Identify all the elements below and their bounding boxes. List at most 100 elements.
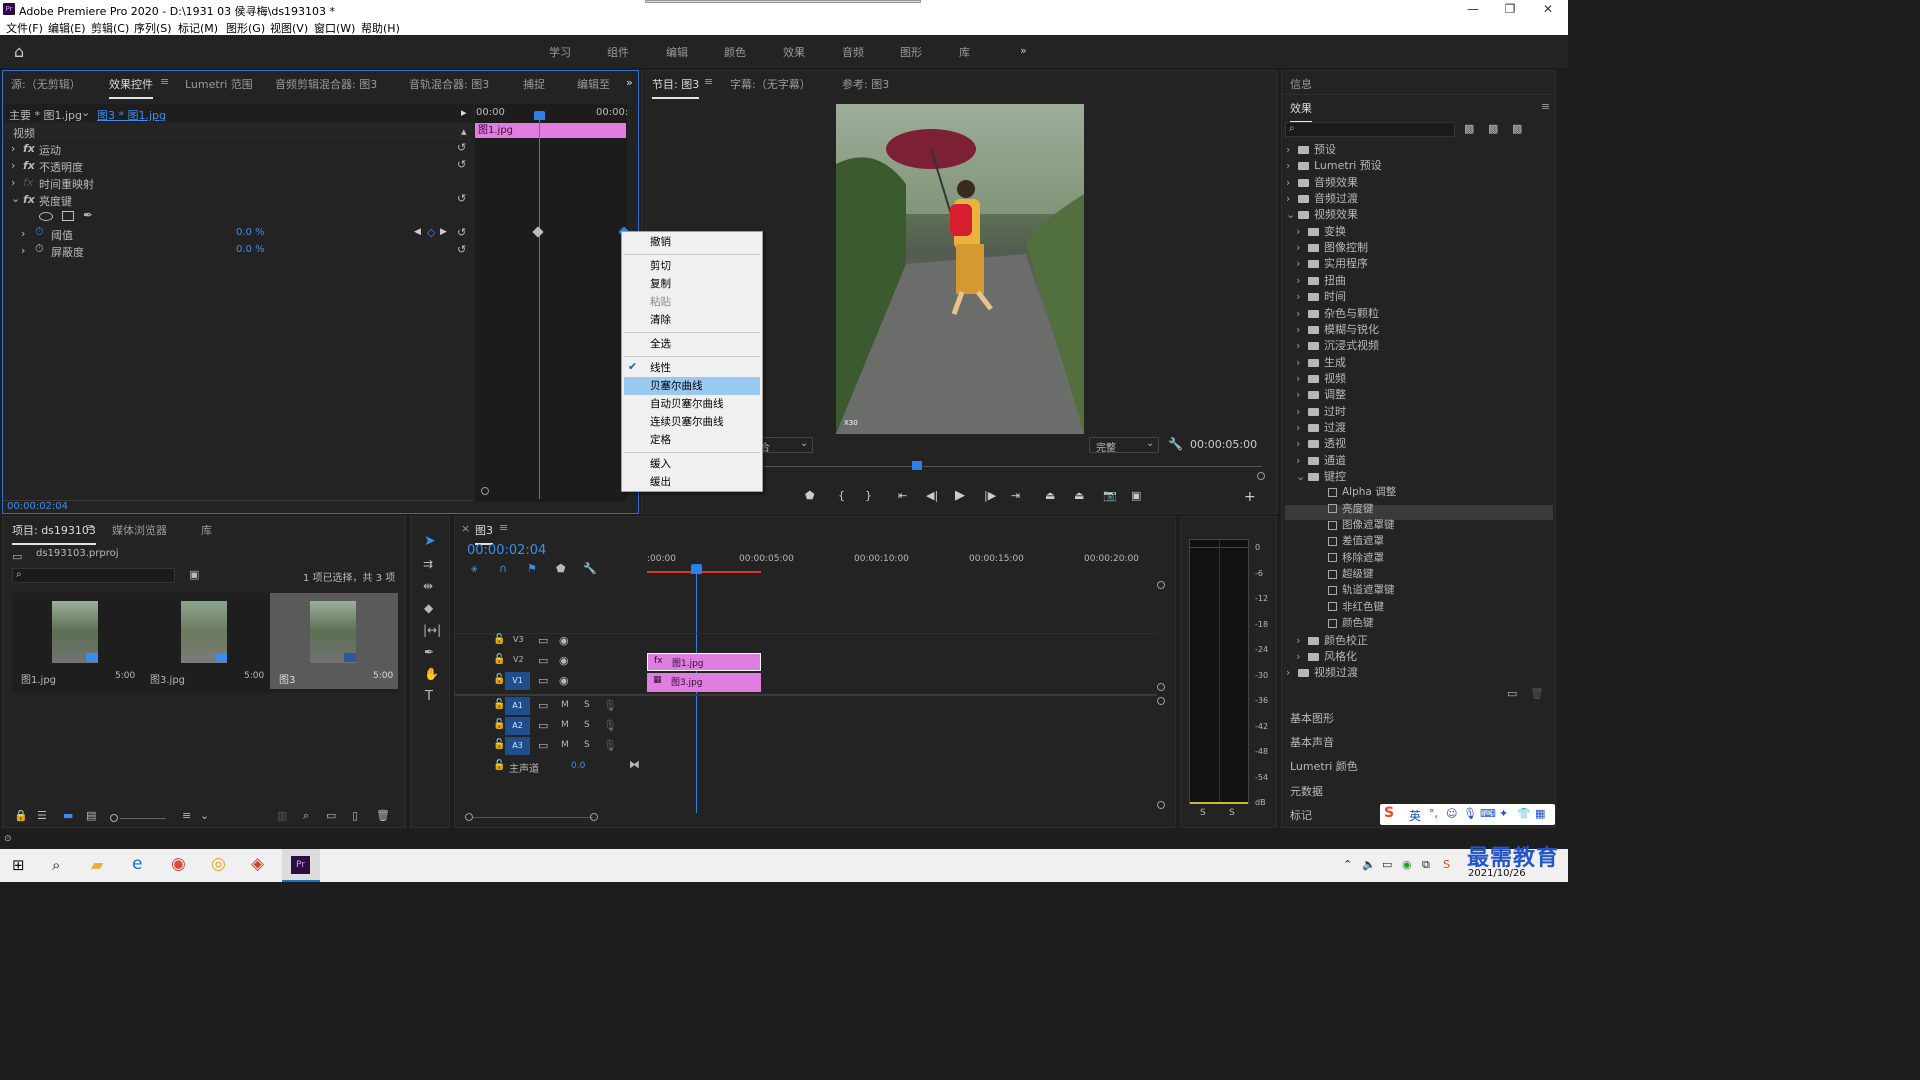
expand-chevron-icon[interactable]: › — [11, 176, 15, 189]
next-keyframe-icon[interactable]: ▶ — [440, 227, 447, 237]
effects-folder[interactable]: › 扭曲 — [1296, 272, 1346, 288]
fx-icon[interactable]: fx — [23, 193, 35, 206]
chevron-right-icon[interactable]: › — [1296, 225, 1308, 238]
marker-icon[interactable]: ⬟ — [805, 489, 815, 502]
mute-button[interactable]: M — [561, 720, 569, 730]
solo-button[interactable]: S — [584, 720, 590, 730]
effects-folder[interactable]: › 调整 — [1296, 386, 1346, 402]
program-playhead[interactable] — [912, 461, 922, 470]
fx-icon[interactable]: fx — [23, 142, 35, 155]
zoom-slider-handle[interactable] — [110, 814, 118, 822]
menu-item-undo[interactable]: 撤销 — [624, 233, 760, 251]
chevron-right-icon[interactable]: › — [1286, 176, 1298, 189]
tab-capture[interactable]: 捕捉 — [523, 76, 545, 92]
play-icon[interactable]: ▶ — [955, 488, 965, 503]
master-volume-value[interactable]: 0.0 — [571, 761, 585, 771]
effect-luma-key[interactable]: ⌄ fx 亮度键 ↺ — [3, 191, 473, 208]
panel-essential-sound[interactable]: 基本声音 — [1290, 734, 1334, 750]
chevron-right-icon[interactable]: › — [1296, 257, 1308, 270]
chevron-right-icon[interactable]: › — [1296, 437, 1308, 450]
reset-icon[interactable]: ↺ — [457, 226, 466, 239]
zoom-handle[interactable] — [1257, 472, 1265, 480]
mic-icon[interactable]: 🎙 — [603, 719, 617, 732]
list-view-icon[interactable]: ☰ — [37, 809, 47, 822]
razor-tool-icon[interactable]: ◆ — [424, 601, 433, 615]
edge-icon[interactable]: e — [132, 854, 142, 874]
effects-folder[interactable]: › 时间 — [1296, 288, 1346, 304]
effects-folder[interactable]: › 生成 — [1296, 354, 1346, 370]
effect-preset[interactable]: 轨道遮罩键 — [1306, 582, 1395, 598]
panel-metadata[interactable]: 元数据 — [1290, 783, 1323, 799]
keyboard-icon[interactable]: ⌨ — [1480, 807, 1496, 820]
chevron-right-icon[interactable]: › — [1296, 339, 1308, 352]
pen-tool-icon[interactable]: ✒ — [424, 645, 434, 659]
trash-icon[interactable]: 🗑 — [376, 809, 390, 822]
effect-preset[interactable]: 差值遮罩 — [1306, 533, 1384, 549]
go-to-out-icon[interactable]: ⇥ — [1011, 489, 1020, 502]
voice-icon[interactable]: 🎙 — [1463, 807, 1477, 820]
solo-button[interactable]: S — [584, 700, 590, 710]
find-icon[interactable]: ⌕ — [303, 809, 309, 823]
workspace-audio[interactable]: 音频 — [842, 44, 864, 60]
windows-start-icon[interactable]: ⊞ — [12, 856, 25, 874]
panel-lumetri-color[interactable]: Lumetri 颜色 — [1290, 758, 1358, 774]
effect-controls-timecode[interactable]: 00:00:02:04 — [7, 501, 68, 512]
premiere-taskbar-button[interactable]: Pr — [282, 849, 320, 882]
lock-icon[interactable]: 🔓 — [493, 699, 505, 710]
timeline-playhead-handle[interactable] — [691, 564, 702, 574]
workspace-color[interactable]: 颜色 — [724, 44, 746, 60]
sync-lock-icon[interactable]: ▭ — [538, 739, 548, 752]
mark-in-icon[interactable]: { — [838, 489, 845, 502]
panel-menu-icon[interactable]: ≡ — [704, 75, 713, 88]
param-value[interactable]: 0.0 % — [236, 227, 265, 238]
workspace-libraries[interactable]: 库 — [959, 44, 970, 60]
chevron-down-icon[interactable]: ⌄ — [1286, 208, 1298, 221]
expand-chevron-icon[interactable]: › — [21, 227, 25, 240]
chrome-icon[interactable]: ◉ — [171, 854, 186, 874]
lock-icon[interactable]: 🔓 — [493, 654, 505, 665]
lock-icon[interactable]: 🔒 — [14, 809, 28, 822]
snap-icon[interactable]: ∩ — [499, 562, 507, 575]
tray-app-icon[interactable]: ◉ — [1402, 858, 1412, 871]
chevron-right-icon[interactable]: › — [1296, 307, 1308, 320]
lock-icon[interactable]: 🔓 — [493, 719, 505, 730]
effects-folder[interactable]: ⌄ 视频效果 — [1286, 206, 1358, 222]
compare-icon[interactable]: ▣ — [1131, 489, 1141, 502]
program-scrubber[interactable] — [762, 466, 1262, 467]
workspace-graphics[interactable]: 图形 — [900, 44, 922, 60]
track-select-tool-icon[interactable]: ⇉ — [423, 557, 433, 571]
dropdown-icon[interactable]: ⌄ — [81, 106, 90, 119]
mini-timeline[interactable]: 00:00 00:00: 图1.jpg — [475, 104, 630, 502]
chevron-right-icon[interactable]: › — [1286, 666, 1298, 679]
stopwatch-icon[interactable]: ⏱ — [35, 242, 44, 256]
mini-clip-bar[interactable]: 图1.jpg — [475, 123, 626, 138]
effects-folder[interactable]: ⌄ 键控 — [1296, 468, 1346, 484]
lift-icon[interactable]: ⏏ — [1045, 489, 1055, 502]
menu-graphics[interactable]: 图形(G) — [226, 20, 265, 36]
expand-chevron-icon[interactable]: › — [11, 159, 15, 172]
zoom-slider-track[interactable] — [120, 818, 166, 819]
tab-program[interactable]: 节目: 图3 — [652, 76, 700, 99]
effect-preset[interactable]: 超级键 — [1306, 566, 1374, 582]
workspace-editing[interactable]: 编辑 — [666, 44, 688, 60]
new-item-icon[interactable]: ▯ — [352, 809, 358, 822]
info-tab[interactable]: 信息 — [1290, 76, 1312, 92]
chevron-right-icon[interactable]: › — [1296, 634, 1308, 647]
wrench-icon[interactable]: 🔧 — [1168, 437, 1183, 451]
track-label[interactable]: V2 — [513, 655, 524, 664]
effects-folder[interactable]: › 杂色与颗粒 — [1296, 305, 1379, 321]
sogou-tray-icon[interactable]: S — [1443, 858, 1450, 871]
panel-menu-icon[interactable]: ≡ — [160, 75, 169, 88]
track-target-a3[interactable]: A3 — [505, 737, 530, 755]
scroll-handle[interactable] — [1157, 683, 1165, 691]
solo-button[interactable]: S — [584, 740, 590, 750]
solo-right-button[interactable]: S — [1229, 808, 1235, 818]
hand-tool-icon[interactable]: ✋ — [424, 667, 439, 681]
effect-preset[interactable]: Alpha 调整 — [1306, 484, 1396, 500]
effects-folder[interactable]: › 风格化 — [1296, 648, 1357, 664]
tab-media-browser[interactable]: 媒体浏览器 — [112, 522, 167, 538]
new-folder-icon[interactable]: ▭ — [1507, 687, 1517, 700]
effects-folder[interactable]: › 过时 — [1296, 403, 1346, 419]
chevron-right-icon[interactable]: › — [1296, 650, 1308, 663]
effects-folder[interactable]: › 视频过渡 — [1286, 664, 1358, 680]
